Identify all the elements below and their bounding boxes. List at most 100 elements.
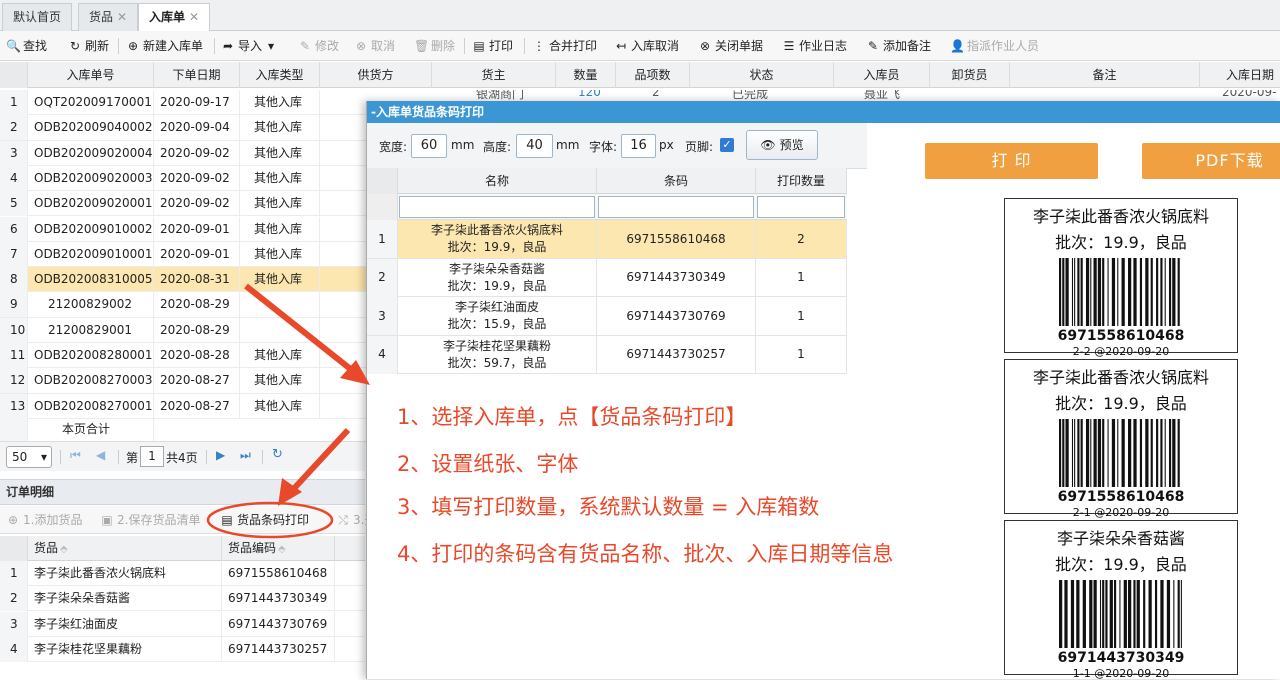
last-page-icon[interactable]: ⏭ [240,448,251,463]
assign-worker-button[interactable]: 👤 指派作业人员 [950,31,1039,61]
print-qty-cell[interactable]: 1 [756,258,847,297]
inbound-id-cell[interactable]: 21200829002 [28,292,154,318]
inbound-id-cell[interactable]: ODB202008280001 [28,343,154,368]
person-icon: 👤 [950,39,965,53]
edit-button[interactable]: ✎ 修改 [298,31,339,61]
barcode-bar [1172,258,1176,326]
close-doc-button[interactable]: ⊗ 关闭单据 [698,31,763,61]
table-row[interactable]: 4 李子柒桂花坚果藕粉 批次：59.7，良品 6971443730257 1 [367,335,847,374]
label-footer: 2-1 @2020-09-20 [1072,506,1170,519]
footer-checkbox[interactable]: ✓ [720,138,734,152]
print-qty-cell[interactable]: 2 [756,220,847,258]
next-page-icon[interactable]: ▶ [216,448,225,462]
column-header[interactable]: 货品编码 ⬘ [222,536,335,561]
column-header[interactable]: 卸货员 [930,62,1010,88]
inbound-id-cell[interactable]: ODB202009040002 [28,115,154,141]
tab-inbound[interactable]: 入库单 ✕ [138,3,211,32]
work-log-button[interactable]: ☰ 作业日志 [782,31,847,61]
pager-divider [262,450,263,464]
inbound-id-cell[interactable]: ODB202009020003 [28,165,154,191]
new-inbound-button[interactable]: ⊕ 新建入库单 [126,31,203,61]
tab-goods[interactable]: 货品 ✕ [78,3,139,31]
inbound-id-cell[interactable]: ODB202008270003 [28,368,154,394]
row-number: 1 [0,561,28,586]
barcode-cell: 6971443730769 [597,297,756,335]
print-button[interactable]: ▤ 打印 [472,31,513,61]
barcode-print-button[interactable]: ▤ 货品条码打印 [220,505,309,535]
printer-icon: ▤ [221,513,233,527]
inbound-id-cell[interactable]: ODB202009020001 [28,191,154,217]
barcode-bar [1085,419,1090,487]
column-header[interactable]: 名称 [398,168,597,194]
table-row[interactable]: 1 李子柒此番香浓火锅底料 批次：19.9，良品 6971558610468 2 [367,220,847,259]
font-input[interactable]: 16 [621,134,656,158]
page-input[interactable]: 1 [140,446,164,467]
tab-home[interactable]: 默认首页 [2,3,73,31]
column-header[interactable]: 打印数量 [756,168,847,194]
column-header[interactable]: 货品 ⬘ [28,536,222,561]
reload-icon[interactable]: ↻ [272,447,283,462]
name-filter-input[interactable] [399,196,595,218]
barcode-bar [1071,258,1074,326]
column-header[interactable]: 品项数 [616,62,690,88]
column-header[interactable]: 入库员 [834,62,930,88]
barcode-bar [1077,258,1080,326]
find-button[interactable]: 🔍 查找 [6,31,47,61]
print-qty-cell[interactable]: 1 [756,335,847,374]
inbound-id-cell[interactable]: OQT202009170001 [28,90,154,115]
barcode-bar [1143,580,1146,648]
close-icon[interactable]: ✕ [117,10,127,24]
print-qty-cell[interactable]: 1 [756,297,847,335]
merge-print-button[interactable]: ⋮ 合并打印 [532,31,597,61]
column-header[interactable]: 条码 [597,168,756,194]
close-icon[interactable]: ✕ [189,10,199,24]
inbound-id-cell[interactable]: ODB202008270001 [28,393,154,419]
print-button[interactable]: 打 印 [925,143,1098,179]
page-size-select[interactable]: 50 ▾ [6,446,52,468]
import-button[interactable]: ➦ 导入 ▾ [221,31,274,61]
delete-button[interactable]: 🗑 删除 [414,31,455,61]
width-input[interactable]: 60 [411,134,447,158]
list-item[interactable]: 2 李子柒朵朵香菇酱 6971443730349 [0,586,365,612]
barcode-graphic [1059,580,1182,648]
column-header[interactable]: 货主 [432,62,556,88]
column-header[interactable]: 供货方 [320,62,432,88]
barcode-bar [1168,258,1172,326]
barcode-bar [1148,580,1152,648]
cancel-inbound-button[interactable]: ↤ 入库取消 [614,31,679,61]
table-row[interactable]: 2 李子柒朵朵香菇酱 批次：19.9，良品 6971443730349 1 [367,258,847,297]
barcode-bar [1172,419,1176,487]
inbound-id-cell[interactable]: ODB202009010002 [28,216,154,242]
column-header[interactable]: 入库类型 [240,62,320,88]
column-header[interactable]: 入库日期 [1200,62,1280,88]
column-header[interactable]: 入库单号 [28,62,154,88]
inbound-id-cell[interactable]: ODB202009010001 [28,241,154,267]
list-item[interactable]: 3 李子柒红油面皮 6971443730769 [0,611,365,637]
column-header[interactable]: 备注 [1010,62,1200,88]
barcode-bar [1107,419,1109,487]
barcode-bar [1177,258,1180,326]
instruction-line: 2、设置纸张、字体 [397,452,579,476]
column-header[interactable]: 状态 [690,62,834,88]
inbound-id-cell[interactable]: 21200829001 [28,317,154,343]
pdf-download-button[interactable]: PDF下载 [1142,143,1280,179]
list-item[interactable]: 4 李子柒桂花坚果藕粉 6971443730257 [0,636,365,662]
preview-button[interactable]: 👁 预览 [746,130,818,160]
first-page-icon[interactable]: ⏮ [70,448,81,463]
qty-filter-input[interactable] [757,196,845,218]
prev-page-icon[interactable]: ◀ [96,448,105,462]
cancel-button[interactable]: ⊗ 取消 [354,31,395,61]
name-cell: 李子柒红油面皮 批次：15.9，良品 [398,297,597,335]
inbound-id-cell[interactable]: ODB202009020004 [28,140,154,166]
list-item[interactable]: 1 李子柒此番香浓火锅底料 6971558610468 [0,561,365,586]
column-header[interactable]: 数量 [556,62,616,88]
inbound-id-cell[interactable]: ODB202008310005 [28,267,154,293]
add-goods-button[interactable]: ⊕ 1.添加货品 [6,505,82,535]
add-note-button[interactable]: ✎ 添加备注 [866,31,931,61]
height-input[interactable]: 40 [516,134,553,158]
save-list-button[interactable]: ▣ 2.保存货品清单 [100,505,200,535]
code-filter-input[interactable] [598,196,754,218]
refresh-button[interactable]: ↻ 刷新 [68,31,109,61]
table-row[interactable]: 3 李子柒红油面皮 批次：15.9，良品 6971443730769 1 [367,297,847,336]
column-header[interactable]: 下单日期 [154,62,240,88]
